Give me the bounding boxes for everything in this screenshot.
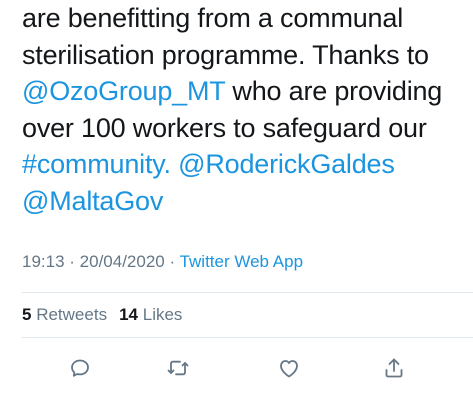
tweet-text: are benefitting from a communal sterilis… xyxy=(22,0,462,219)
likes-label: Likes xyxy=(142,305,183,324)
divider xyxy=(22,337,473,338)
tweet-time[interactable]: 19:13 xyxy=(22,252,65,271)
mention-link-maltagov[interactable]: @MaltaGov xyxy=(22,186,163,216)
tweet-line: @OzoGroup_MT who are providing xyxy=(22,73,462,110)
retweet-button[interactable] xyxy=(162,352,194,384)
tweet-text-segment: over 100 workers to safeguard our xyxy=(22,112,427,143)
tweet-line: over 100 workers to safeguard our xyxy=(22,110,462,147)
retweets-label: Retweets xyxy=(36,305,108,324)
mention-link-roderickgaldes[interactable]: @RoderickGaldes xyxy=(178,149,395,179)
reply-button[interactable] xyxy=(64,352,96,384)
tweet-line: sterilisation programme. Thanks to xyxy=(22,37,462,74)
retweet-icon xyxy=(166,356,190,380)
likes-stat[interactable]: 14 Likes xyxy=(119,305,182,324)
share-icon xyxy=(382,356,406,380)
tweet-stats: 5 Retweets 14 Likes xyxy=(22,305,182,325)
tweet-line: are benefitting from a communal xyxy=(22,0,462,37)
tweet-text-segment: who are providing xyxy=(225,76,443,106)
tweet-text-segment: sterilisation programme. Thanks to xyxy=(22,39,429,70)
likes-count: 14 xyxy=(119,305,138,324)
divider xyxy=(22,292,473,293)
share-button[interactable] xyxy=(378,352,410,384)
hashtag-link-community[interactable]: #community. xyxy=(22,149,171,179)
retweets-count: 5 xyxy=(22,305,32,324)
tweet-line: #community. @RoderickGaldes xyxy=(22,146,462,183)
tweet-date[interactable]: 20/04/2020 xyxy=(80,252,165,271)
mention-link-ozogroup[interactable]: @OzoGroup_MT xyxy=(22,76,225,106)
like-button[interactable] xyxy=(273,352,305,384)
tweet-source-link[interactable]: Twitter Web App xyxy=(180,252,303,271)
tweet-meta: 19:13 · 20/04/2020 · Twitter Web App xyxy=(22,252,303,272)
tweet-text-segment: are benefitting from a communal xyxy=(22,3,403,33)
retweets-stat[interactable]: 5 Retweets xyxy=(22,305,107,324)
meta-separator: · xyxy=(64,252,80,271)
reply-icon xyxy=(68,356,92,380)
tweet-line: @MaltaGov xyxy=(22,183,462,220)
heart-icon xyxy=(277,356,301,380)
tweet-actions xyxy=(0,352,473,384)
meta-separator: · xyxy=(164,252,180,271)
